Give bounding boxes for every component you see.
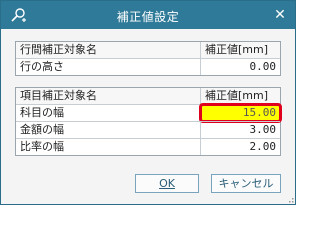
close-button[interactable]: ✕ — [271, 6, 289, 24]
row-name: 金額の幅 — [16, 122, 201, 138]
column-header-name: 項目補正対象名 — [16, 88, 201, 104]
table-row[interactable]: 比率の幅 2.00 — [16, 138, 280, 155]
row-name: 行の高さ — [16, 59, 201, 75]
dialog-title: 補正値設定 — [116, 10, 180, 24]
ok-button-label: OK — [159, 177, 175, 190]
item-correction-table: 項目補正対象名 補正値[mm] 科目の幅 15.00 金額の幅 3.00 比率の… — [15, 87, 282, 156]
column-header-name: 行間補正対象名 — [16, 42, 201, 58]
row-name: 比率の幅 — [16, 139, 201, 155]
column-header-value: 補正値[mm] — [205, 43, 269, 56]
cancel-button-label: キャンセル — [218, 177, 274, 190]
table-header: 項目補正対象名 補正値[mm] — [16, 88, 280, 104]
row-correction-table: 行間補正対象名 補正値[mm] 行の高さ 0.00 — [15, 41, 281, 76]
cancel-button[interactable]: キャンセル — [211, 174, 281, 193]
row-value-cell[interactable]: 0.00 — [201, 59, 280, 75]
column-header-value: 補正値[mm] — [205, 89, 269, 102]
dialog-window: 補正値設定 ✕ 行間補正対象名 補正値[mm] 行の高さ 0.00 項目補正対象… — [0, 0, 296, 205]
ok-button[interactable]: OK — [135, 174, 199, 193]
title-bar[interactable]: 補正値設定 ✕ — [1, 1, 295, 29]
table-header: 行間補正対象名 補正値[mm] — [16, 42, 280, 58]
row-value-cell[interactable]: 3.00 — [201, 122, 280, 138]
table-row[interactable]: 科目の幅 15.00 — [16, 103, 282, 123]
row-value-cell[interactable]: 2.00 — [201, 139, 280, 155]
row-name: 科目の幅 — [16, 105, 201, 121]
table-row[interactable]: 金額の幅 3.00 — [16, 121, 280, 138]
value-input-active[interactable]: 15.00 — [199, 103, 282, 123]
table-row[interactable]: 行の高さ 0.00 — [16, 58, 280, 75]
resize-grip-icon[interactable] — [286, 195, 294, 203]
